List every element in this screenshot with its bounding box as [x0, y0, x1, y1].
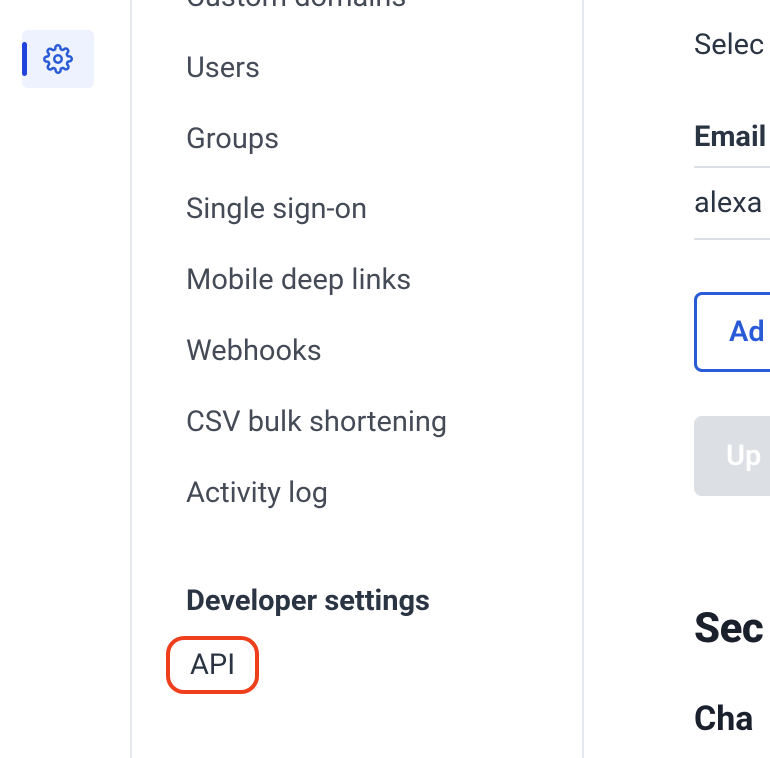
- update-button: Up: [694, 416, 770, 496]
- settings-sidebar: Custom domains Users Groups Single sign-…: [130, 0, 584, 758]
- sidebar-item-webhooks[interactable]: Webhooks: [186, 316, 582, 387]
- security-heading: Sec: [694, 604, 770, 653]
- content-panel: Selec Email alexa Ad Up Sec Cha: [584, 0, 770, 758]
- sidebar-item-activity-log[interactable]: Activity log: [186, 458, 582, 529]
- select-text: Selec: [694, 28, 770, 62]
- sidebar-item-csv-bulk-shortening[interactable]: CSV bulk shortening: [186, 387, 582, 458]
- sidebar-item-mobile-deep-links[interactable]: Mobile deep links: [186, 245, 582, 316]
- icon-rail: [0, 0, 130, 758]
- sidebar-item-users[interactable]: Users: [186, 33, 582, 104]
- sidebar-item-api[interactable]: API: [166, 636, 259, 694]
- email-value: alexa: [694, 186, 770, 238]
- email-label: Email: [694, 120, 770, 166]
- rail-active-indicator: [22, 42, 27, 76]
- rail-settings-button[interactable]: [22, 30, 94, 88]
- divider: [694, 166, 770, 168]
- developer-settings-heading: Developer settings: [186, 584, 582, 618]
- sidebar-item-groups[interactable]: Groups: [186, 104, 582, 175]
- gear-icon: [43, 44, 73, 74]
- divider: [694, 238, 770, 240]
- sidebar-item-single-sign-on[interactable]: Single sign-on: [186, 174, 582, 245]
- add-button[interactable]: Ad: [694, 292, 770, 372]
- change-heading: Cha: [694, 699, 770, 739]
- sidebar-item-custom-domains[interactable]: Custom domains: [186, 0, 582, 33]
